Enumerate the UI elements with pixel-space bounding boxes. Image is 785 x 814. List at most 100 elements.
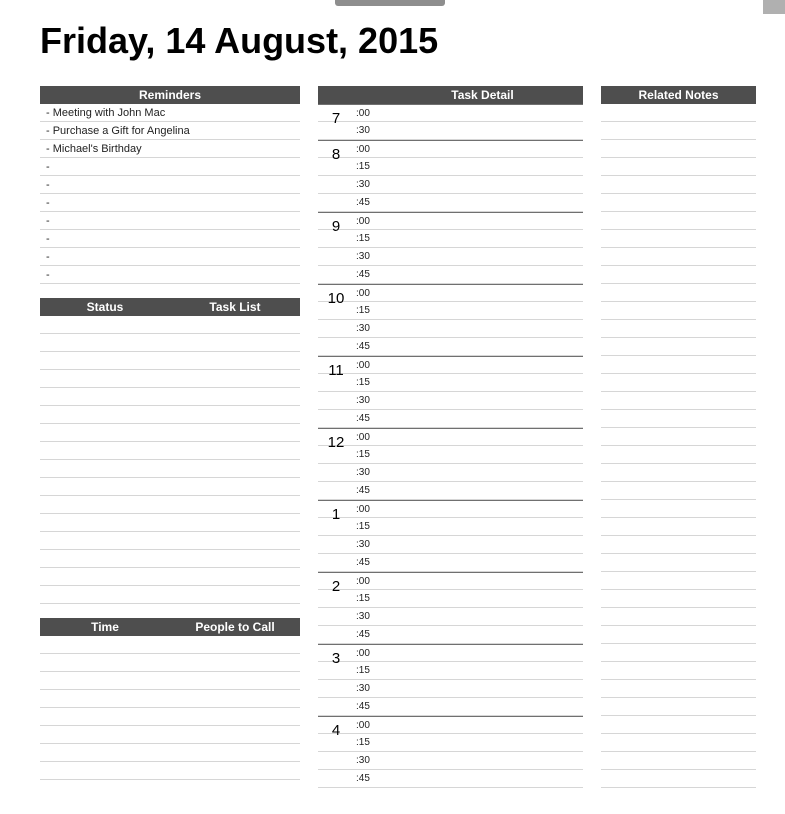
tasklist-cell-status[interactable] [40, 496, 170, 514]
notes-line[interactable] [601, 626, 756, 644]
calls-cell-time[interactable] [40, 654, 170, 672]
notes-line[interactable] [601, 572, 756, 590]
reminder-line[interactable]: - [40, 158, 300, 176]
tasklist-cell-task[interactable] [170, 406, 300, 424]
taskdetail-content-cell[interactable] [382, 158, 583, 175]
taskdetail-row[interactable]: :00 [318, 140, 583, 158]
taskdetail-row[interactable]: :15 [318, 446, 583, 464]
taskdetail-content-cell[interactable] [382, 141, 583, 157]
tasklist-cell-task[interactable] [170, 550, 300, 568]
tasklist-row[interactable] [40, 550, 300, 568]
tasklist-cell-task[interactable] [170, 352, 300, 370]
taskdetail-row[interactable]: :00 [318, 356, 583, 374]
tasklist-cell-status[interactable] [40, 424, 170, 442]
calls-cell-person[interactable] [170, 744, 300, 762]
notes-line[interactable] [601, 176, 756, 194]
taskdetail-row[interactable]: :30 [318, 536, 583, 554]
tasklist-cell-task[interactable] [170, 424, 300, 442]
notes-line[interactable] [601, 302, 756, 320]
taskdetail-content-cell[interactable] [382, 320, 583, 337]
taskdetail-row[interactable]: :00 [318, 572, 583, 590]
reminder-line[interactable]: - [40, 248, 300, 266]
calls-cell-person[interactable] [170, 654, 300, 672]
notes-line[interactable] [601, 320, 756, 338]
taskdetail-content-cell[interactable] [382, 105, 583, 121]
taskdetail-content-cell[interactable] [382, 501, 583, 517]
tasklist-row[interactable] [40, 532, 300, 550]
taskdetail-row[interactable]: :00 [318, 284, 583, 302]
taskdetail-content-cell[interactable] [382, 482, 583, 499]
taskdetail-content-cell[interactable] [382, 266, 583, 283]
tasklist-row[interactable] [40, 478, 300, 496]
tasklist-cell-status[interactable] [40, 532, 170, 550]
tasklist-cell-task[interactable] [170, 496, 300, 514]
tasklist-cell-task[interactable] [170, 478, 300, 496]
calls-row[interactable] [40, 708, 300, 726]
notes-line[interactable] [601, 554, 756, 572]
taskdetail-row[interactable]: :30 [318, 248, 583, 266]
taskdetail-row[interactable]: :30 [318, 392, 583, 410]
notes-line[interactable] [601, 122, 756, 140]
tasklist-cell-task[interactable] [170, 370, 300, 388]
tasklist-cell-status[interactable] [40, 388, 170, 406]
taskdetail-row[interactable]: :15 [318, 734, 583, 752]
tasklist-cell-task[interactable] [170, 460, 300, 478]
taskdetail-row[interactable]: :45 [318, 194, 583, 212]
reminder-line[interactable]: - Michael's Birthday [40, 140, 300, 158]
taskdetail-row[interactable]: :00 [318, 500, 583, 518]
tasklist-cell-status[interactable] [40, 406, 170, 424]
taskdetail-row[interactable]: :30 [318, 464, 583, 482]
tasklist-cell-status[interactable] [40, 568, 170, 586]
notes-line[interactable] [601, 266, 756, 284]
tasklist-row[interactable] [40, 316, 300, 334]
notes-line[interactable] [601, 590, 756, 608]
taskdetail-row[interactable]: :00 [318, 716, 583, 734]
taskdetail-row[interactable]: :30 [318, 752, 583, 770]
tasklist-row[interactable] [40, 406, 300, 424]
taskdetail-row[interactable]: :45 [318, 338, 583, 356]
calls-cell-time[interactable] [40, 744, 170, 762]
reminder-line[interactable]: - [40, 194, 300, 212]
tasklist-cell-status[interactable] [40, 316, 170, 334]
taskdetail-content-cell[interactable] [382, 770, 583, 787]
notes-line[interactable] [601, 644, 756, 662]
tasklist-cell-task[interactable] [170, 388, 300, 406]
taskdetail-content-cell[interactable] [382, 176, 583, 193]
calls-cell-time[interactable] [40, 690, 170, 708]
taskdetail-row[interactable]: :45 [318, 482, 583, 500]
tasklist-cell-status[interactable] [40, 334, 170, 352]
tasklist-row[interactable] [40, 460, 300, 478]
notes-line[interactable] [601, 338, 756, 356]
notes-line[interactable] [601, 158, 756, 176]
notes-line[interactable] [601, 248, 756, 266]
notes-line[interactable] [601, 104, 756, 122]
calls-cell-person[interactable] [170, 636, 300, 654]
taskdetail-row[interactable]: :15 [318, 302, 583, 320]
reminder-line[interactable]: - Purchase a Gift for Angelina [40, 122, 300, 140]
taskdetail-content-cell[interactable] [382, 230, 583, 247]
notes-line[interactable] [601, 608, 756, 626]
reminder-line[interactable]: - [40, 212, 300, 230]
taskdetail-content-cell[interactable] [382, 626, 583, 643]
notes-line[interactable] [601, 284, 756, 302]
taskdetail-content-cell[interactable] [382, 429, 583, 445]
tasklist-cell-task[interactable] [170, 514, 300, 532]
notes-line[interactable] [601, 374, 756, 392]
reminder-line[interactable]: - [40, 176, 300, 194]
tasklist-cell-status[interactable] [40, 352, 170, 370]
notes-line[interactable] [601, 212, 756, 230]
notes-line[interactable] [601, 410, 756, 428]
taskdetail-row[interactable]: :00 [318, 428, 583, 446]
taskdetail-row[interactable]: :30 [318, 176, 583, 194]
taskdetail-row[interactable]: :15 [318, 662, 583, 680]
notes-line[interactable] [601, 752, 756, 770]
taskdetail-content-cell[interactable] [382, 698, 583, 715]
tasklist-cell-status[interactable] [40, 478, 170, 496]
tasklist-cell-status[interactable] [40, 442, 170, 460]
notes-line[interactable] [601, 716, 756, 734]
notes-line[interactable] [601, 482, 756, 500]
tasklist-row[interactable] [40, 568, 300, 586]
taskdetail-row[interactable]: :45 [318, 770, 583, 788]
taskdetail-content-cell[interactable] [382, 554, 583, 571]
calls-row[interactable] [40, 654, 300, 672]
